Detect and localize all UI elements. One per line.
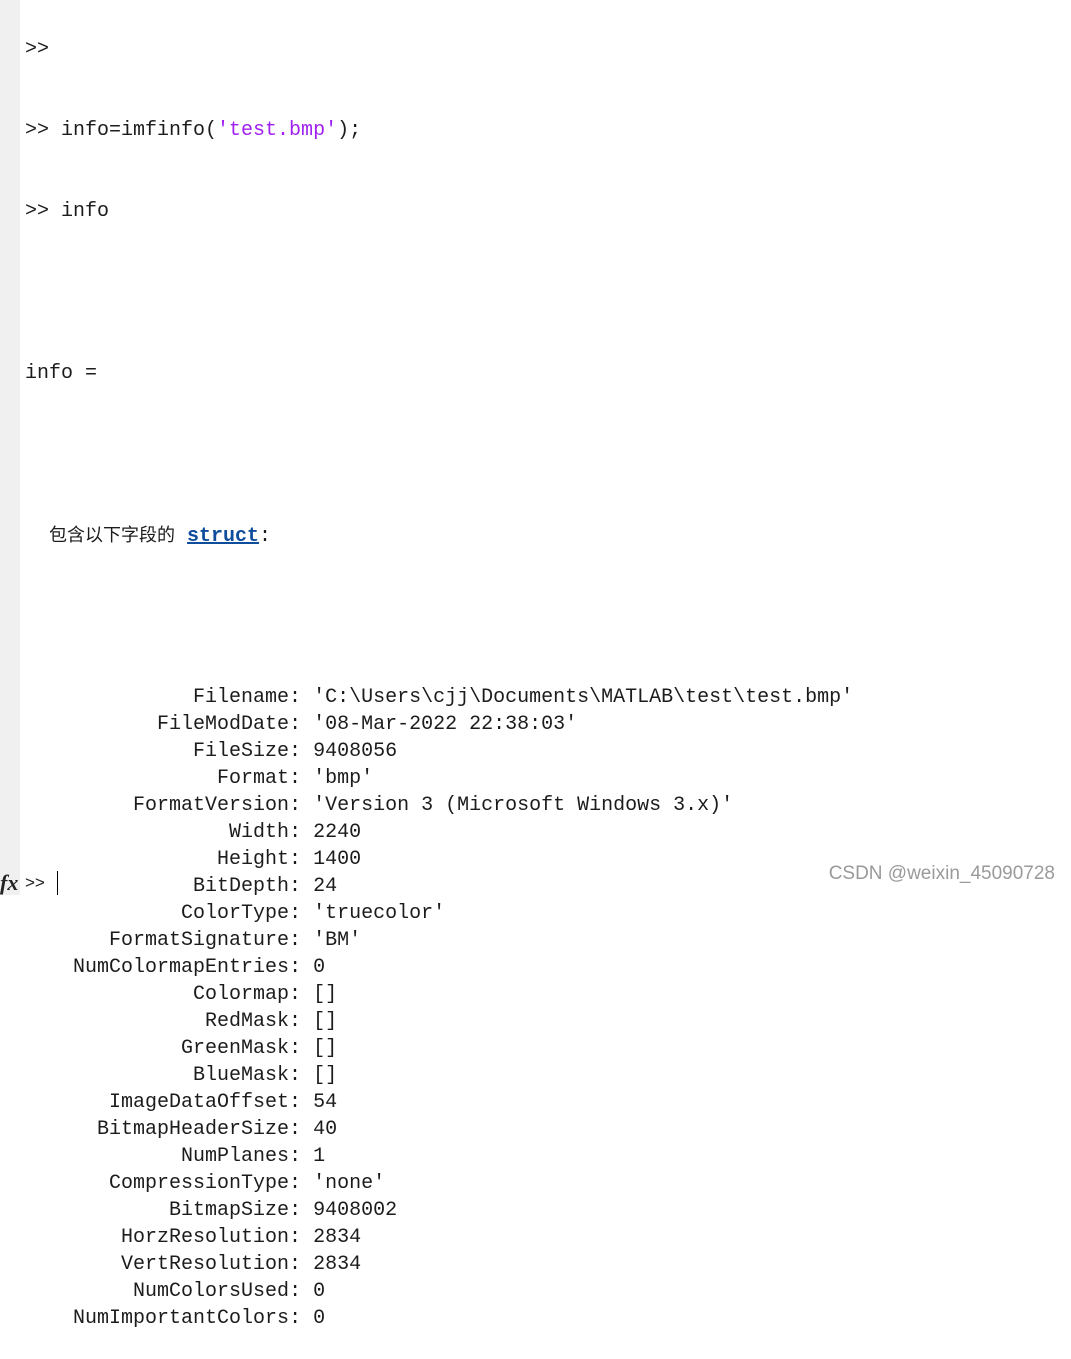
field-value: 'C:\Users\cjj\Documents\MATLAB\test\test… — [313, 686, 854, 709]
struct-field-row: Format: 'bmp' — [217, 767, 374, 790]
struct-field-row: Height: 1400 — [217, 848, 362, 871]
field-name: FileModDate — [157, 713, 290, 736]
command-text-end: ); — [337, 119, 362, 142]
struct-field-row: VertResolution: 2834 — [121, 1253, 362, 1276]
field-value: 2240 — [313, 821, 362, 844]
text-cursor — [56, 871, 58, 895]
struct-field-row: ColorType: 'truecolor' — [181, 902, 446, 925]
field-name: CompressionType — [109, 1172, 290, 1195]
struct-fields: Filename: 'C:\Users\cjj\Documents\MATLAB… — [25, 684, 853, 1332]
field-name: FormatSignature — [109, 929, 290, 952]
struct-field-row: ImageDataOffset: 54 — [109, 1091, 338, 1114]
field-value: 'truecolor' — [313, 902, 446, 925]
field-value: 1 — [313, 1145, 326, 1168]
struct-field-row: BitmapHeaderSize: 40 — [97, 1118, 338, 1141]
struct-field-row: GreenMask: [] — [181, 1037, 338, 1060]
field-value: [] — [313, 983, 338, 1006]
field-name: HorzResolution — [121, 1226, 290, 1249]
command-text: info=imfinfo( — [61, 119, 218, 142]
struct-colon: : — [259, 525, 272, 548]
field-name: Format — [217, 767, 290, 790]
field-name: Height — [217, 848, 290, 871]
field-value: [] — [313, 1064, 338, 1087]
field-value: 'BM' — [313, 929, 362, 952]
field-value: 0 — [313, 956, 326, 979]
field-value: 2834 — [313, 1226, 362, 1249]
struct-intro-line: 包含以下字段的 struct: — [25, 522, 853, 549]
field-name: Width — [229, 821, 290, 844]
left-gutter — [0, 0, 20, 895]
field-name: Filename — [193, 686, 290, 709]
struct-field-row: CompressionType: 'none' — [109, 1172, 386, 1195]
struct-field-row: NumColormapEntries: 0 — [73, 956, 326, 979]
struct-field-row: FormatSignature: 'BM' — [109, 929, 362, 952]
struct-field-row: RedMask: [] — [205, 1010, 338, 1033]
field-value: 'bmp' — [313, 767, 374, 790]
field-value: 54 — [313, 1091, 338, 1114]
field-name: FormatVersion — [133, 794, 290, 817]
field-name: VertResolution — [121, 1253, 290, 1276]
prompt-symbol: >> — [25, 119, 62, 142]
command-prompt[interactable]: fx >> — [0, 870, 58, 896]
struct-link[interactable]: struct — [187, 525, 259, 548]
prompt-symbol: >> — [25, 873, 45, 892]
struct-field-row: FileModDate: '08-Mar-2022 22:38:03' — [157, 713, 578, 736]
watermark: CSDN @weixin_45090728 — [828, 863, 1055, 884]
string-literal: 'test.bmp' — [217, 119, 338, 142]
field-value: 9408056 — [313, 740, 398, 763]
field-name: GreenMask — [181, 1037, 290, 1060]
field-value: '08-Mar-2022 22:38:03' — [313, 713, 578, 736]
field-name: NumColorsUsed — [133, 1280, 290, 1303]
field-value: 40 — [313, 1118, 338, 1141]
struct-field-row: Width: 2240 — [229, 821, 362, 844]
struct-field-row: NumColorsUsed: 0 — [133, 1280, 326, 1303]
command-text: info — [61, 200, 110, 223]
command-line-info: >> info — [25, 198, 853, 225]
field-value: [] — [313, 1037, 338, 1060]
field-value: 0 — [313, 1280, 326, 1303]
field-name: Colormap — [193, 983, 290, 1006]
struct-field-row: BlueMask: [] — [193, 1064, 338, 1087]
field-name: ImageDataOffset — [109, 1091, 290, 1114]
field-name: NumColormapEntries — [73, 956, 290, 979]
command-window[interactable]: >> >> info=imfinfo('test.bmp'); >> info … — [25, 0, 853, 1359]
field-value: 'Version 3 (Microsoft Windows 3.x)' — [313, 794, 734, 817]
field-name: BitmapSize — [169, 1199, 290, 1222]
field-name: RedMask — [205, 1010, 290, 1033]
field-name: BitmapHeaderSize — [97, 1118, 290, 1141]
field-value: 0 — [313, 1307, 326, 1330]
previous-prompt: >> — [25, 38, 50, 61]
struct-field-row: HorzResolution: 2834 — [121, 1226, 362, 1249]
struct-intro-text: 包含以下字段的 — [49, 525, 176, 546]
command-line-imfinfo: >> info=imfinfo('test.bmp'); — [25, 117, 853, 144]
fx-function-browser-icon[interactable]: fx — [0, 870, 24, 896]
struct-field-row: NumPlanes: 1 — [181, 1145, 326, 1168]
field-value: [] — [313, 1010, 338, 1033]
field-name: FileSize — [193, 740, 290, 763]
field-name: BlueMask — [193, 1064, 290, 1087]
field-name: NumImportantColors — [73, 1307, 290, 1330]
struct-field-row: Colormap: [] — [193, 983, 338, 1006]
variable-header: info = — [25, 362, 98, 385]
struct-field-row: Filename: 'C:\Users\cjj\Documents\MATLAB… — [193, 686, 854, 709]
field-value: 'none' — [313, 1172, 386, 1195]
struct-field-row: FileSize: 9408056 — [193, 740, 398, 763]
field-value: 9408002 — [313, 1199, 398, 1222]
field-value: 1400 — [313, 848, 362, 871]
struct-field-row: NumImportantColors: 0 — [73, 1307, 326, 1330]
struct-field-row: FormatVersion: 'Version 3 (Microsoft Win… — [133, 794, 734, 817]
field-name: NumPlanes — [181, 1145, 290, 1168]
field-name: ColorType — [181, 902, 290, 925]
struct-field-row: BitDepth: 24 — [193, 875, 338, 898]
struct-field-row: BitmapSize: 9408002 — [169, 1199, 398, 1222]
field-value: 2834 — [313, 1253, 362, 1276]
prompt-symbol: >> — [25, 200, 62, 223]
